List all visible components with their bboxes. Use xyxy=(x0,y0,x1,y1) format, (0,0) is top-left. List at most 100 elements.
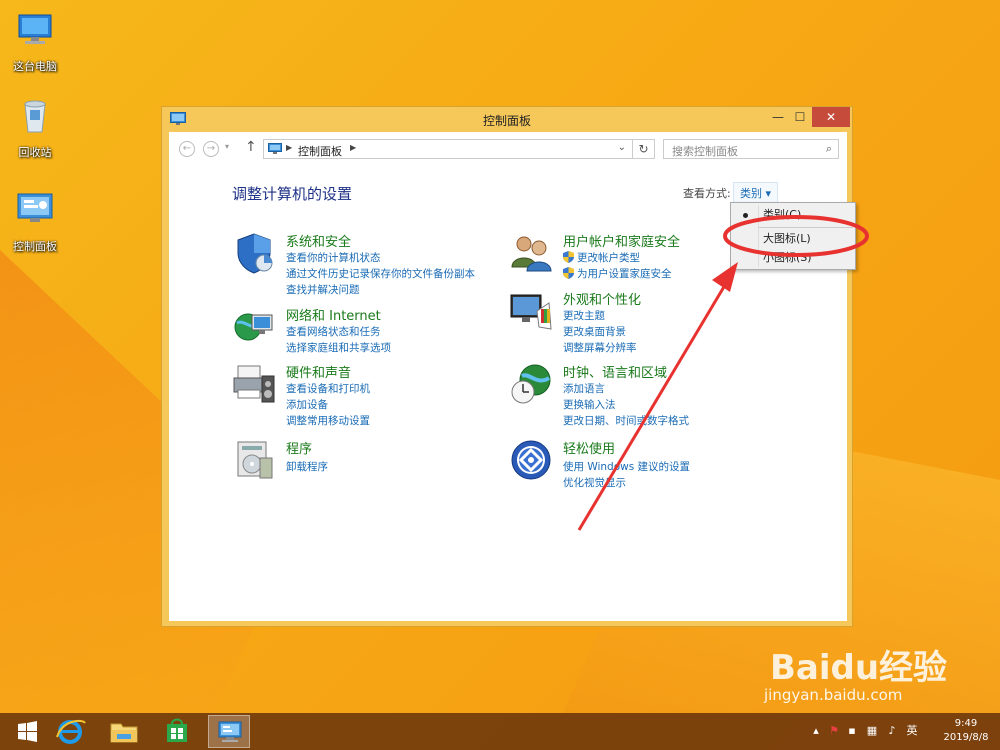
title-bar[interactable]: 控制面板 — ☐ ✕ xyxy=(162,107,852,132)
radio-selected-icon xyxy=(743,213,748,218)
taskbar-control-panel[interactable] xyxy=(208,715,250,748)
ease-of-access-icon[interactable] xyxy=(509,438,553,482)
link-change-input-method[interactable]: 更换输入法 xyxy=(563,397,616,412)
control-panel-icon xyxy=(17,193,53,222)
link-view-computer-status[interactable]: 查看你的计算机状态 xyxy=(286,250,381,265)
menu-item-label: 类别(C) xyxy=(763,208,802,221)
link-change-desktop-background[interactable]: 更改桌面背景 xyxy=(563,324,626,339)
network-globe-icon[interactable] xyxy=(232,305,276,349)
category-title[interactable]: 网络和 Internet xyxy=(286,305,381,324)
link-add-language[interactable]: 添加语言 xyxy=(563,381,605,396)
volume-icon[interactable]: ♪ xyxy=(886,725,898,737)
category-title[interactable]: 轻松使用 xyxy=(563,438,615,457)
store-icon xyxy=(167,718,187,742)
link-screen-resolution[interactable]: 调整屏幕分辨率 xyxy=(563,340,637,355)
shield-icon[interactable] xyxy=(232,231,276,275)
link-recommended-settings[interactable]: 使用 Windows 建议的设置 xyxy=(563,459,690,474)
menu-item-label: 大图标(L) xyxy=(763,232,811,245)
minimize-button[interactable]: — xyxy=(768,107,788,127)
chevron-right-icon[interactable]: ▶ xyxy=(286,143,292,152)
system-clock[interactable]: 9:49 2019/8/8 xyxy=(936,717,996,745)
computer-icon xyxy=(18,14,52,44)
menu-item-small-icons[interactable]: 小图标(S) xyxy=(731,249,855,267)
printer-icon[interactable] xyxy=(232,362,276,406)
uac-shield-icon xyxy=(563,267,574,279)
programs-icon[interactable] xyxy=(232,438,276,482)
start-button[interactable] xyxy=(6,715,48,748)
clock-globe-icon[interactable] xyxy=(509,362,553,406)
link-change-account-type[interactable]: 更改帐户类型 xyxy=(563,250,640,265)
link-label: 更改帐户类型 xyxy=(577,252,640,264)
chevron-right-icon[interactable]: ▶ xyxy=(350,143,356,152)
navigation-bar: ← → ▾ ↑ ▶ 控制面板 ▶ ⌄ ↻ 搜索控制面板 ⌕ xyxy=(169,132,847,166)
link-homegroup-sharing[interactable]: 选择家庭组和共享选项 xyxy=(286,340,391,355)
desktop-icon-control-panel[interactable]: 控制面板 xyxy=(0,190,70,254)
back-button[interactable]: ← xyxy=(179,141,195,157)
link-mobility-settings[interactable]: 调整常用移动设置 xyxy=(286,413,370,428)
link-troubleshoot[interactable]: 查找并解决问题 xyxy=(286,282,360,297)
recent-locations-dropdown[interactable]: ▾ xyxy=(225,142,229,151)
address-bar[interactable]: ▶ 控制面板 ▶ ⌄ xyxy=(263,139,633,159)
view-by-dropdown[interactable]: 类别 ▾ xyxy=(733,182,779,204)
watermark-url: jingyan.baidu.com xyxy=(764,686,903,704)
category-title[interactable]: 程序 xyxy=(286,438,312,457)
forward-button[interactable]: → xyxy=(203,141,219,157)
desktop-icon-this-pc[interactable]: 这台电脑 xyxy=(0,10,70,74)
network-icon[interactable]: ▦ xyxy=(866,725,878,737)
action-center-flag-icon[interactable]: ⚑ xyxy=(828,725,840,737)
link-optimize-visual-display[interactable]: 优化视觉显示 xyxy=(563,475,626,490)
up-button[interactable]: ↑ xyxy=(245,139,257,155)
windows-logo-icon xyxy=(18,721,37,742)
menu-item-category[interactable]: 类别(C) xyxy=(731,206,855,224)
window-title: 控制面板 xyxy=(482,114,531,128)
menu-item-label: 小图标(S) xyxy=(763,251,812,264)
link-network-status[interactable]: 查看网络状态和任务 xyxy=(286,324,381,339)
taskbar-file-explorer[interactable] xyxy=(103,715,145,748)
search-icon[interactable]: ⌕ xyxy=(826,142,832,156)
monitor-palette-icon[interactable] xyxy=(509,289,553,333)
desktop-icon-label: 控制面板 xyxy=(13,240,57,253)
notification-icon[interactable]: ▪ xyxy=(846,725,858,737)
link-file-history-backup[interactable]: 通过文件历史记录保存你的文件备份副本 xyxy=(286,266,475,281)
search-placeholder: 搜索控制面板 xyxy=(672,145,738,158)
link-date-time-format[interactable]: 更改日期、时间或数字格式 xyxy=(563,413,689,428)
category-title[interactable]: 系统和安全 xyxy=(286,231,351,250)
link-devices-printers[interactable]: 查看设备和打印机 xyxy=(286,381,370,396)
page-title: 调整计算机的设置 xyxy=(232,185,353,203)
desktop-icon-label: 回收站 xyxy=(18,146,52,159)
internet-explorer-icon xyxy=(56,719,86,744)
link-label: 为用户设置家庭安全 xyxy=(577,268,672,280)
link-change-theme[interactable]: 更改主题 xyxy=(563,308,605,323)
address-dropdown-icon[interactable]: ⌄ xyxy=(618,142,626,153)
clock-date: 2019/8/8 xyxy=(943,732,989,743)
desktop-icon-recycle-bin[interactable]: 回收站 xyxy=(0,96,70,160)
taskbar-store[interactable] xyxy=(156,715,198,748)
view-by-label: 查看方式: xyxy=(683,187,731,200)
category-title[interactable]: 用户帐户和家庭安全 xyxy=(563,231,680,250)
view-by-menu: 类别(C) 大图标(L) 小图标(S) xyxy=(730,202,856,270)
clock-time: 9:49 xyxy=(954,718,978,729)
category-title[interactable]: 外观和个性化 xyxy=(563,289,641,308)
link-add-device[interactable]: 添加设备 xyxy=(286,397,328,412)
desktop-icon-label: 这台电脑 xyxy=(13,60,57,73)
category-title[interactable]: 时钟、语言和区域 xyxy=(563,362,667,381)
taskbar: ▴ ⚑ ▪ ▦ ♪ 英 9:49 2019/8/8 xyxy=(0,713,1000,750)
control-panel-icon xyxy=(268,143,282,154)
refresh-button[interactable]: ↻ xyxy=(633,139,655,159)
search-input[interactable]: 搜索控制面板 ⌕ xyxy=(663,139,839,159)
control-panel-icon xyxy=(218,721,242,742)
maximize-button[interactable]: ☐ xyxy=(790,107,810,127)
close-button[interactable]: ✕ xyxy=(812,107,850,127)
menu-divider xyxy=(759,227,853,228)
link-uninstall-program[interactable]: 卸载程序 xyxy=(286,459,328,474)
taskbar-internet-explorer[interactable] xyxy=(49,715,91,748)
users-icon[interactable] xyxy=(509,231,553,275)
breadcrumb[interactable]: 控制面板 xyxy=(298,143,342,159)
menu-item-large-icons[interactable]: 大图标(L) xyxy=(731,230,855,248)
folder-icon xyxy=(110,723,138,743)
link-family-safety[interactable]: 为用户设置家庭安全 xyxy=(563,266,672,281)
control-panel-window: 控制面板 — ☐ ✕ ← → ▾ ↑ ▶ 控制面板 ▶ ⌄ ↻ 搜索控制面板 ⌕… xyxy=(161,106,853,627)
chevron-up-icon[interactable]: ▴ xyxy=(810,725,822,737)
input-method-icon[interactable]: 英 xyxy=(906,725,918,737)
category-title[interactable]: 硬件和声音 xyxy=(286,362,351,381)
